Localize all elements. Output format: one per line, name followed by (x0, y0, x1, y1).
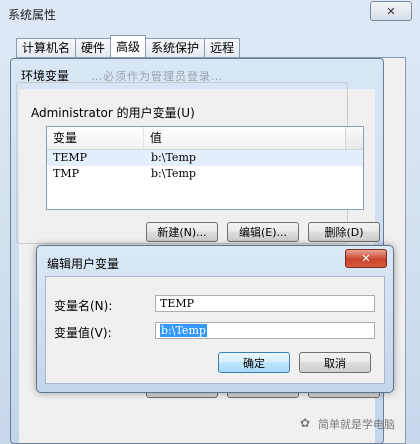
new-variable-button[interactable]: 新建(N)... (146, 222, 218, 242)
user-variables-list[interactable]: 变量 值 TEMP b:\Temp TMP b:\Temp (46, 126, 364, 210)
system-properties-tabs: 计算机名 硬件 高级 系统保护 远程 (16, 35, 241, 58)
variable-value-input-value: b:\Temp (160, 324, 207, 337)
variable-name-input[interactable]: TEMP (155, 295, 375, 312)
edit-variable-button[interactable]: 编辑(E)... (227, 222, 299, 242)
edit-dialog-cancel-button[interactable]: 取消 (299, 352, 371, 373)
user-variables-group-label: Administrator 的用户变量(U) (28, 104, 198, 121)
tab-hardware[interactable]: 硬件 (75, 38, 112, 58)
list-header-scroll-corner (345, 127, 363, 149)
variable-value-label: 变量值(V): (54, 326, 112, 340)
variable-name-input-value: TEMP (160, 297, 195, 310)
delete-variable-button[interactable]: 删除(D) (308, 222, 380, 242)
table-row[interactable]: TMP b:\Temp (47, 166, 363, 182)
row-variable-value: b:\Temp (151, 151, 196, 164)
row-variable-name: TEMP (53, 151, 88, 164)
tab-remote[interactable]: 远程 (204, 38, 241, 58)
tab-advanced[interactable]: 高级 (110, 35, 147, 58)
row-variable-value: b:\Temp (151, 167, 196, 180)
table-row[interactable]: TEMP b:\Temp (47, 150, 363, 166)
variable-name-label: 变量名(N): (54, 299, 113, 313)
watermark-icon: ✿ (300, 416, 311, 430)
tab-system-protection[interactable]: 系统保护 (145, 38, 206, 58)
tab-computer-name[interactable]: 计算机名 (16, 38, 77, 58)
column-header-value[interactable]: 值 (144, 127, 363, 149)
close-icon: ✕ (361, 252, 371, 265)
edit-dialog-close-button[interactable]: ✕ (345, 249, 387, 268)
edit-dialog-ok-button[interactable]: 确定 (218, 352, 290, 373)
row-variable-name: TMP (53, 167, 80, 180)
watermark-text: 简单就是学电脑 (318, 418, 395, 431)
system-properties-close-button[interactable]: ✕ (370, 1, 412, 21)
variable-value-input[interactable]: b:\Temp (155, 322, 375, 339)
system-properties-title: 系统属性 (8, 8, 57, 22)
edit-dialog-title: 编辑用户变量 (47, 257, 120, 271)
close-icon: ✕ (386, 4, 396, 18)
list-header: 变量 值 (47, 127, 363, 150)
column-header-variable[interactable]: 变量 (47, 127, 144, 149)
